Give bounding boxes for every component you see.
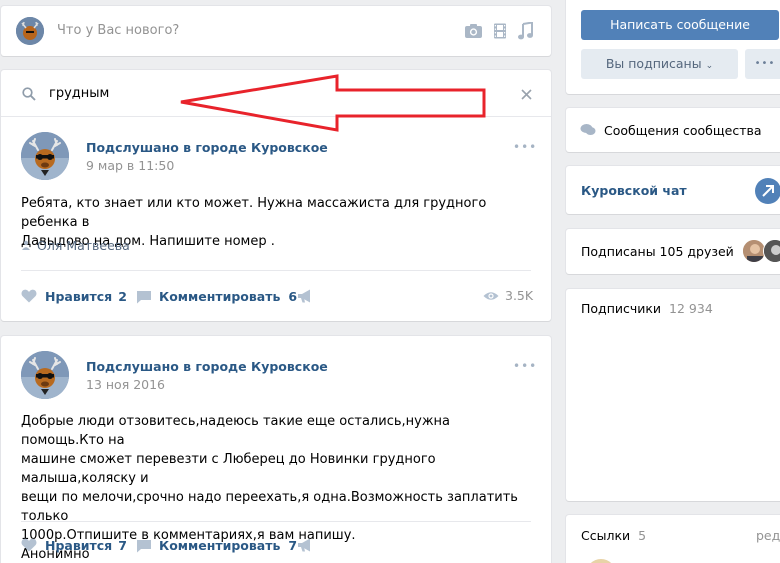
comment-count: 7 xyxy=(288,538,298,553)
actions-card: Написать сообщение Вы подписаны ⌄ ••• xyxy=(566,0,780,94)
friends-card[interactable]: Подписаны 105 друзей xyxy=(566,229,780,274)
post-date[interactable]: 13 ноя 2016 xyxy=(86,377,165,392)
camera-icon[interactable] xyxy=(464,23,483,39)
post-menu-icon[interactable]: ••• xyxy=(513,359,537,373)
user-icon xyxy=(22,240,30,250)
comment-label: Комментировать xyxy=(159,538,281,553)
post-text-line: Ребята, кто знает или кто может. Нужна м… xyxy=(21,196,487,230)
post-text-line: Добрые люди отзовитесь,надеюсь такие еще… xyxy=(21,414,450,448)
views-count: 3.5K xyxy=(505,288,534,303)
community-avatar[interactable] xyxy=(21,132,69,180)
links-header[interactable]: Ссылки 5 xyxy=(581,528,646,543)
post-signer[interactable]: Оля Матвеева xyxy=(37,238,130,253)
comment-icon[interactable] xyxy=(136,539,152,553)
friend-avatar[interactable] xyxy=(763,239,780,263)
like-button[interactable]: Нравится 7 xyxy=(45,538,127,553)
comment-button[interactable]: Комментировать 6 xyxy=(159,289,297,304)
followers-card: Подписчики 12 934 xyxy=(566,289,780,501)
write-message-button[interactable]: Написать сообщение xyxy=(581,10,779,40)
views-icon xyxy=(483,292,499,300)
post-divider xyxy=(21,521,531,522)
followers-label: Подписчики xyxy=(581,301,662,316)
post-divider xyxy=(21,270,531,271)
links-count: 5 xyxy=(638,528,647,543)
post-date[interactable]: 9 мар в 11:50 xyxy=(86,158,174,173)
followers-header[interactable]: Подписчики 12 934 xyxy=(581,301,713,316)
post-author[interactable]: Подслушано в городе Куровское xyxy=(86,359,328,374)
share-icon[interactable] xyxy=(297,289,313,303)
comment-label: Комментировать xyxy=(159,289,281,304)
chat-card[interactable]: Куровской чат xyxy=(566,166,780,214)
post-author[interactable]: Подслушано в городе Куровское xyxy=(86,140,328,155)
chat-link[interactable]: Куровской чат xyxy=(581,183,687,198)
chevron-down-icon: ⌄ xyxy=(705,61,714,71)
links-card: Ссылки 5 ред. xyxy=(566,515,780,563)
subscribed-label: Вы подписаны xyxy=(605,56,702,71)
video-icon[interactable] xyxy=(493,23,507,39)
comment-icon[interactable] xyxy=(136,290,152,304)
heart-icon[interactable] xyxy=(21,538,37,552)
friends-subscribed-label[interactable]: Подписаны 105 друзей xyxy=(581,244,734,259)
link-thumbnail[interactable] xyxy=(586,559,616,563)
like-count: 7 xyxy=(118,538,127,553)
followers-count: 12 934 xyxy=(669,301,713,316)
user-avatar[interactable] xyxy=(16,17,44,45)
more-actions-button[interactable]: ••• xyxy=(745,49,780,79)
annotation-arrow xyxy=(180,74,486,132)
like-label: Нравится xyxy=(45,289,113,304)
wall-post-card: Подслушано в городе Куровское 13 ноя 201… xyxy=(1,336,551,563)
comment-count: 6 xyxy=(288,289,298,304)
edit-links-link[interactable]: ред. xyxy=(756,528,780,543)
composer-input[interactable]: Что у Вас нового? xyxy=(57,23,179,38)
post-composer: Что у Вас нового? xyxy=(1,6,551,56)
chat-bubble-icon xyxy=(580,124,596,135)
community-messages-link[interactable]: Сообщения сообщества xyxy=(604,123,762,138)
chat-open-icon[interactable] xyxy=(755,178,780,204)
like-label: Нравится xyxy=(45,538,113,553)
subscribed-dropdown[interactable]: Вы подписаны ⌄ xyxy=(581,49,738,79)
post-text-line: машине сможет перевезти с Люберец до Нов… xyxy=(21,452,436,486)
community-messages-card[interactable]: Сообщения сообщества xyxy=(566,108,780,152)
music-icon[interactable] xyxy=(517,22,533,40)
links-label: Ссылки xyxy=(581,528,631,543)
search-input[interactable]: грудным xyxy=(49,86,109,101)
clear-search-icon[interactable] xyxy=(521,89,532,100)
community-avatar[interactable] xyxy=(21,351,69,399)
comment-button[interactable]: Комментировать 7 xyxy=(159,538,297,553)
post-menu-icon[interactable]: ••• xyxy=(513,140,537,154)
like-button[interactable]: Нравится 2 xyxy=(45,289,127,304)
like-count: 2 xyxy=(118,289,127,304)
share-icon[interactable] xyxy=(297,538,313,552)
heart-icon[interactable] xyxy=(21,289,37,303)
search-icon xyxy=(22,87,36,101)
